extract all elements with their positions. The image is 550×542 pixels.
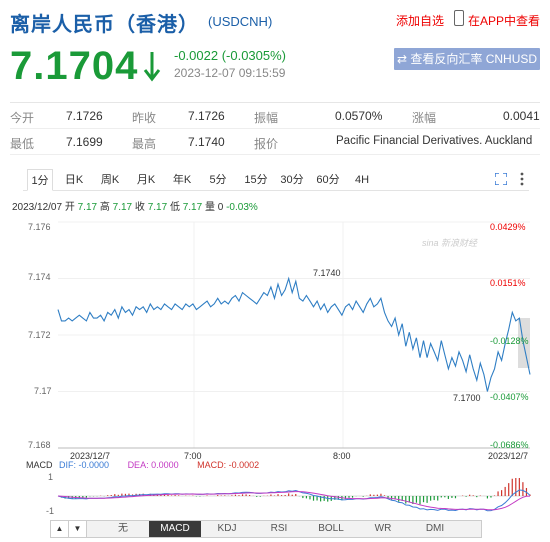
indicator-bar: ▲ ▼ 无 MACD KDJ RSI BOLL WR DMI — [50, 520, 482, 538]
macd-value: MACD: -0.0002 — [197, 460, 260, 470]
pct-tick-label: 0.0429% — [490, 222, 526, 232]
stats-row: 今开 7.1726 昨收 7.1726 振幅 0.0570% 涨幅 0.0041 — [10, 103, 540, 129]
y-tick-label: 7.176 — [28, 222, 51, 232]
stat-value: 0.0041 — [503, 109, 540, 123]
tab-monthly[interactable]: 月K — [133, 169, 159, 191]
indicator-rsi[interactable]: RSI — [253, 521, 305, 537]
pct-tick-label: -0.0686% — [490, 440, 529, 450]
tab-5min[interactable]: 5分 — [205, 169, 231, 191]
tab-weekly[interactable]: 周K — [97, 169, 123, 191]
reverse-rate-button[interactable]: ⇄ 查看反向汇率 CNHUSD — [394, 48, 540, 70]
watermark-logo: sina 新浪财经 — [422, 238, 478, 248]
phone-icon — [454, 10, 464, 26]
x-tick-label: 2023/12/7 — [488, 451, 529, 461]
pct-tick-label: -0.0128% — [490, 336, 529, 346]
stat-value: 7.1740 — [188, 135, 225, 149]
quote-stats-table: 今开 7.1726 昨收 7.1726 振幅 0.0570% 涨幅 0.0041… — [10, 102, 540, 155]
macd-dea: DEA: 0.0000 — [127, 460, 179, 470]
symbol-code: (USDCNH) — [208, 14, 273, 29]
stat-value: 0.0570% — [335, 109, 383, 123]
indicator-macd[interactable]: MACD — [149, 521, 201, 537]
add-watchlist-link[interactable]: 添加自选 — [396, 12, 444, 29]
price-change: -0.0022 (-0.0305%) — [174, 48, 287, 63]
fullscreen-icon[interactable] — [495, 173, 507, 185]
more-options-icon[interactable] — [520, 172, 524, 186]
reverse-rate-label: 查看反向汇率 CNHUSD — [410, 52, 538, 66]
y-tick-label: 7.174 — [28, 272, 51, 282]
current-price: 7.1704 — [10, 44, 139, 88]
pct-tick-label: 0.0151% — [490, 278, 526, 288]
stat-value: 7.1699 — [66, 135, 103, 149]
y-tick-label: 7.17 — [34, 386, 52, 396]
down-arrow-icon — [143, 52, 161, 82]
macd-dif: DIF: -0.0000 — [59, 460, 110, 470]
stat-value: 7.1726 — [188, 109, 225, 123]
macd-legend: MACD DIF: -0.0000 DEA: 0.0000 MACD: -0.0… — [26, 460, 263, 470]
stat-label: 涨幅 — [412, 111, 437, 125]
page-title: 离岸人民币（香港） — [10, 14, 199, 36]
macd-chart — [57, 478, 531, 512]
scroll-left-arrow-icon[interactable]: ▲ — [51, 521, 69, 537]
high-price-label: 7.1740 — [313, 268, 341, 278]
indicator-wr[interactable]: WR — [357, 521, 409, 537]
tab-daily[interactable]: 日K — [61, 169, 87, 191]
quote-timestamp: 2023-12-07 09:15:59 — [174, 66, 286, 80]
stat-label: 振幅 — [254, 111, 279, 125]
y-tick-label: 7.168 — [28, 440, 51, 450]
dif-line — [57, 489, 531, 512]
x-tick-label: 8:00 — [333, 451, 351, 461]
tab-15min[interactable]: 15分 — [241, 169, 271, 191]
period-tabs: 1分 日K 周K 月K 年K 5分 15分 30分 60分 4H — [23, 169, 529, 191]
stat-label: 最低 — [10, 137, 35, 151]
tab-60min[interactable]: 60分 — [313, 169, 343, 191]
stat-label: 报价 — [254, 137, 279, 151]
stat-value: Pacific Financial Derivatives. Auckland — [336, 135, 533, 147]
swap-icon: ⇄ — [396, 52, 411, 66]
open-in-app-link[interactable]: 在APP中查看 — [468, 12, 540, 29]
indicator-none[interactable]: 无 — [97, 521, 149, 537]
tab-30min[interactable]: 30分 — [277, 169, 307, 191]
stat-label: 最高 — [132, 137, 157, 151]
indicator-kdj[interactable]: KDJ — [201, 521, 253, 537]
low-price-label: 7.1700 — [453, 393, 481, 403]
tab-4h[interactable]: 4H — [349, 169, 375, 191]
pct-tick-label: -0.0407% — [490, 392, 529, 402]
scroll-right-arrow-icon[interactable]: ▼ — [69, 521, 87, 537]
stat-label: 昨收 — [132, 111, 157, 125]
stat-value: 7.1726 — [66, 109, 103, 123]
macd-title: MACD — [26, 460, 53, 470]
indicator-boll[interactable]: BOLL — [305, 521, 357, 537]
indicator-dmi[interactable]: DMI — [409, 521, 461, 537]
title-row: 离岸人民币（香港） (USDCNH) 添加自选 在APP中查看 — [10, 8, 542, 36]
y-tick-label: 7.172 — [28, 330, 51, 340]
stat-label: 今开 — [10, 111, 35, 125]
tab-1min[interactable]: 1分 — [27, 169, 53, 191]
stats-row: 最低 7.1699 最高 7.1740 报价 Pacific Financial… — [10, 129, 540, 155]
tab-yearly[interactable]: 年K — [169, 169, 195, 191]
